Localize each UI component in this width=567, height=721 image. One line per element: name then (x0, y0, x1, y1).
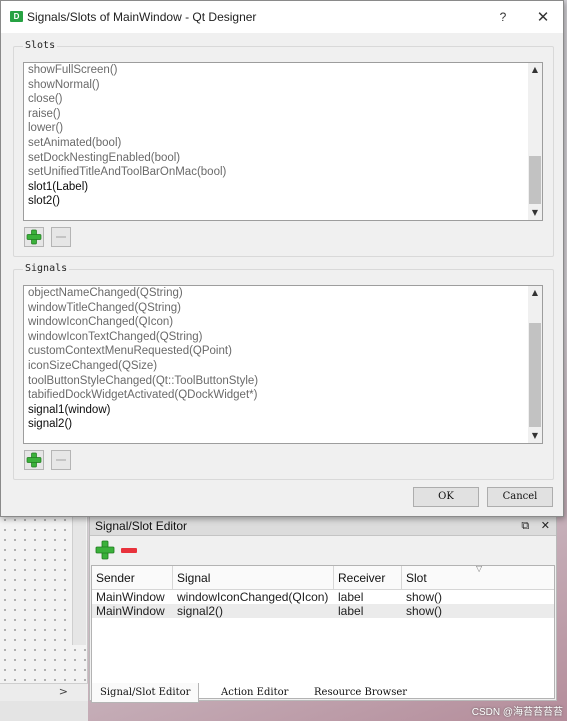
dock-title-bar: Signal/Slot Editor ⧉ ✕ (90, 516, 556, 536)
cell-slot[interactable]: show() (402, 590, 556, 604)
minus-icon (56, 459, 66, 461)
dialog-title: Signals/Slots of MainWindow - Qt Designe… (27, 10, 257, 24)
list-item[interactable]: setDockNestingEnabled(bool) (28, 151, 526, 166)
list-item[interactable]: tabifiedDockWidgetActivated(QDockWidget*… (28, 388, 526, 403)
column-header-signal[interactable]: Signal (173, 566, 334, 590)
signals-group-label: Signals (23, 263, 70, 274)
qt-designer-app-icon: D (10, 11, 23, 22)
list-item[interactable]: toolButtonStyleChanged(Qt::ToolButtonSty… (28, 374, 526, 389)
list-item[interactable]: windowTitleChanged(QString) (28, 301, 526, 316)
list-item[interactable]: setAnimated(bool) (28, 136, 526, 151)
sort-indicator-icon: ▽ (476, 564, 483, 573)
chevron-down-icon[interactable]: ▼ (528, 429, 542, 443)
remove-slot-button[interactable] (51, 227, 71, 247)
remove-connection-button[interactable] (118, 540, 138, 560)
table-row[interactable]: MainWindow windowIconChanged(QIcon) labe… (92, 590, 554, 604)
table-row[interactable]: MainWindow signal2() label show() (92, 604, 554, 618)
cell-signal[interactable]: signal2() (173, 604, 334, 618)
list-item[interactable]: windowIconChanged(QIcon) (28, 315, 526, 330)
list-item[interactable]: customContextMenuRequested(QPoint) (28, 344, 526, 359)
list-item[interactable]: windowIconTextChanged(QString) (28, 330, 526, 345)
ok-button[interactable]: OK (413, 487, 479, 507)
canvas-horizontal-scrollbar[interactable]: > (0, 683, 88, 701)
watermark: CSDN @海苔苔苔苔 (471, 707, 563, 718)
canvas-vertical-scrollbar[interactable] (72, 515, 86, 645)
signal-slot-editor-dock: Signal/Slot Editor ⧉ ✕ Sender Signal Rec… (89, 515, 557, 701)
list-item[interactable]: close() (28, 92, 526, 107)
cell-sender[interactable]: MainWindow (92, 590, 173, 604)
signals-list[interactable]: objectNameChanged(QString) windowTitleCha… (23, 285, 543, 444)
chevron-down-icon[interactable]: ▼ (528, 206, 542, 220)
list-item[interactable]: lower() (28, 121, 526, 136)
column-header-receiver[interactable]: Receiver (334, 566, 402, 590)
dock-tab-bar: Signal/Slot Editor Action Editor Resourc… (89, 683, 557, 703)
list-item[interactable]: iconSizeChanged(QSize) (28, 359, 526, 374)
list-item[interactable]: slot1(Label) (28, 180, 526, 195)
slots-list[interactable]: showFullScreen() showNormal() close() raise… (23, 62, 543, 221)
question-icon[interactable]: ? (495, 1, 511, 33)
list-item[interactable]: slot2() (28, 194, 526, 209)
chevron-up-icon[interactable]: ▲ (528, 63, 542, 77)
cell-receiver[interactable]: label (334, 604, 402, 618)
cancel-button[interactable]: Cancel (487, 487, 553, 507)
tab-signal-slot-editor[interactable]: Signal/Slot Editor (91, 683, 200, 703)
cell-receiver[interactable]: label (334, 590, 402, 604)
canvas-status-strip (0, 701, 88, 721)
close-icon[interactable]: ✕ (532, 1, 554, 33)
cell-signal[interactable]: windowIconChanged(QIcon) (173, 590, 334, 604)
minus-icon (121, 548, 137, 553)
scroll-right-icon[interactable]: > (59, 685, 68, 698)
list-item[interactable]: signal2() (28, 417, 526, 432)
plus-icon (95, 540, 115, 560)
signals-list-scrollbar[interactable]: ▲ ▼ (528, 286, 542, 443)
add-slot-button[interactable] (24, 227, 44, 247)
connections-table[interactable]: Sender Signal Receiver Slot ▽ MainWindow… (91, 564, 555, 699)
slots-list-items: showFullScreen() showNormal() close() raise… (28, 63, 526, 209)
column-header-sender[interactable]: Sender (92, 566, 173, 590)
list-item[interactable]: objectNameChanged(QString) (28, 286, 526, 301)
signals-slots-dialog: D Signals/Slots of MainWindow - Qt Desig… (0, 0, 564, 517)
slots-list-scrollbar[interactable]: ▲ ▼ (528, 63, 542, 220)
tab-resource-browser[interactable]: Resource Browser (306, 683, 415, 703)
chevron-up-icon[interactable]: ▲ (528, 286, 542, 300)
tab-action-editor[interactable]: Action Editor (213, 683, 296, 703)
cell-sender[interactable]: MainWindow (92, 604, 173, 618)
remove-signal-button[interactable] (51, 450, 71, 470)
plus-icon (26, 229, 42, 245)
list-item[interactable]: signal1(window) (28, 403, 526, 418)
dock-title: Signal/Slot Editor (95, 519, 188, 533)
list-item[interactable]: showFullScreen() (28, 63, 526, 78)
scrollbar-thumb[interactable] (529, 323, 541, 427)
close-icon[interactable]: ✕ (541, 516, 550, 536)
list-item[interactable]: showNormal() (28, 78, 526, 93)
add-signal-button[interactable] (24, 450, 44, 470)
table-header: Sender Signal Receiver Slot ▽ (92, 564, 554, 590)
float-icon[interactable]: ⧉ (521, 516, 529, 536)
dialog-title-bar: D Signals/Slots of MainWindow - Qt Desig… (1, 1, 563, 33)
list-item[interactable]: setUnifiedTitleAndToolBarOnMac(bool) (28, 165, 526, 180)
plus-icon (26, 452, 42, 468)
cell-slot[interactable]: show() (402, 604, 556, 618)
slots-group-label: Slots (23, 40, 58, 51)
minus-icon (56, 236, 66, 238)
scrollbar-thumb[interactable] (529, 156, 541, 204)
add-connection-button[interactable] (95, 540, 115, 560)
signals-list-items: objectNameChanged(QString) windowTitleCha… (28, 286, 526, 432)
list-item[interactable]: raise() (28, 107, 526, 122)
